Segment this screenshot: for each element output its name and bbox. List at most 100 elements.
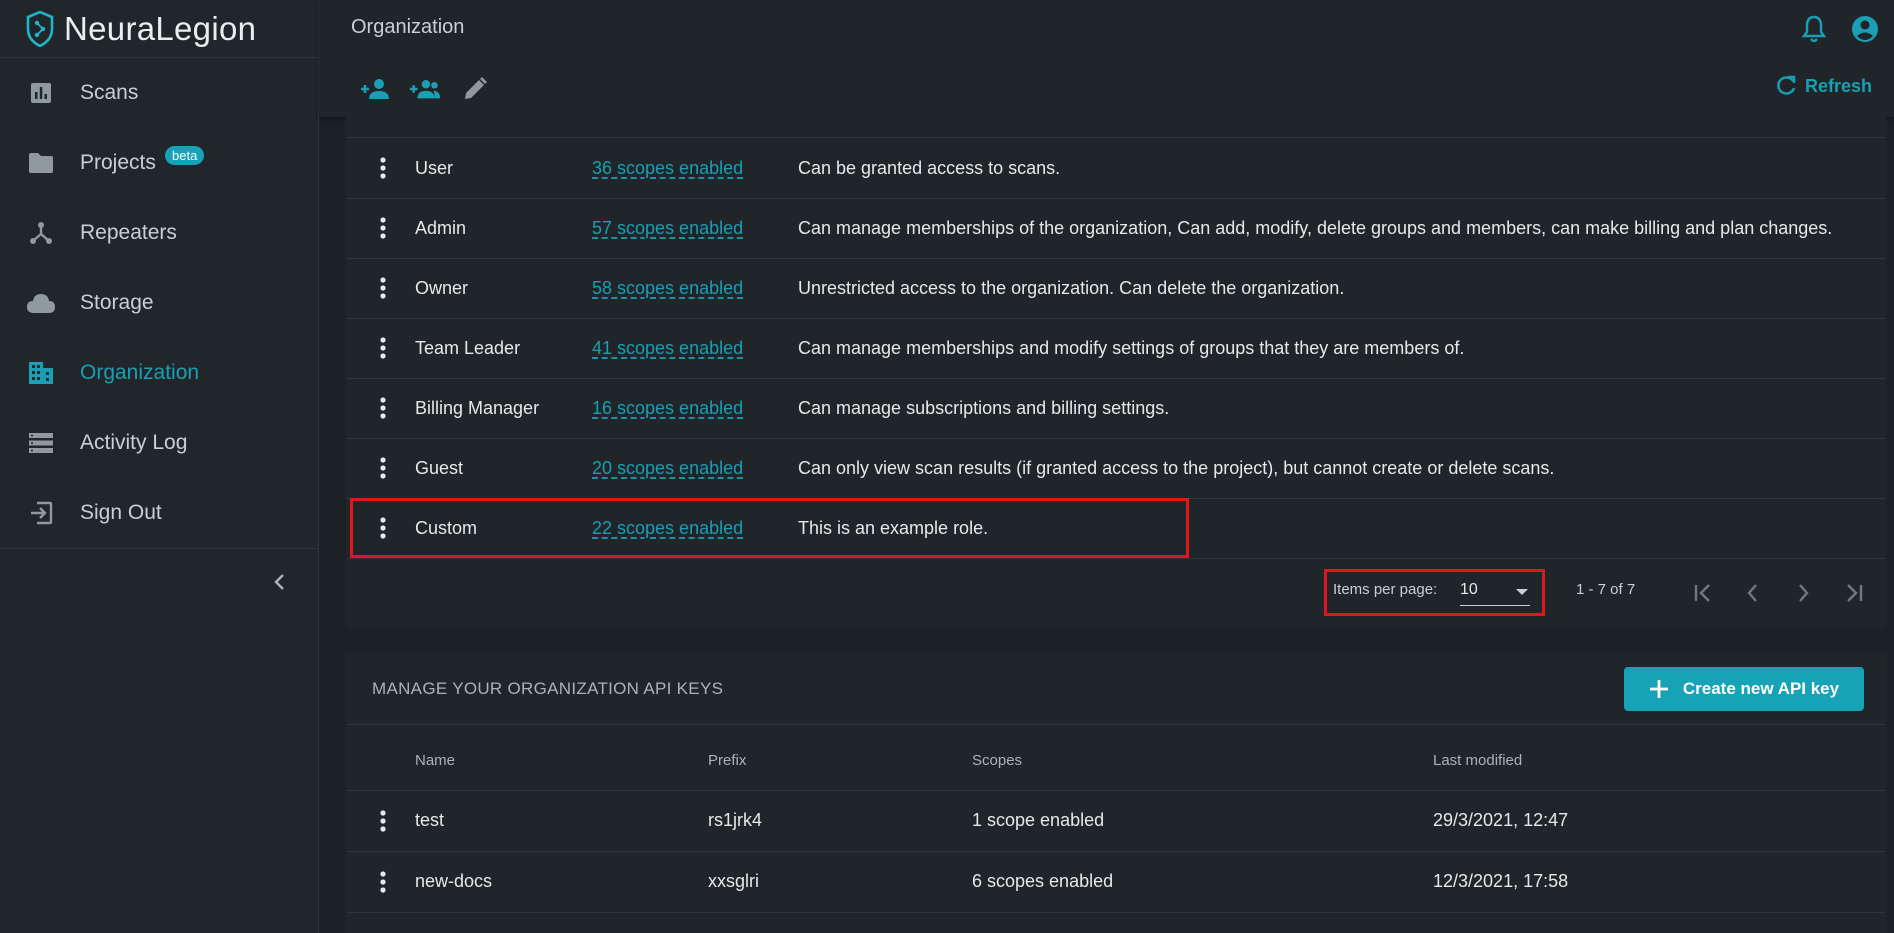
sidebar-item-sign-out[interactable]: Sign Out — [0, 478, 318, 548]
column-header-name[interactable]: Name — [415, 752, 455, 769]
table-row: Team Leader 41 scopes enabled Can manage… — [346, 318, 1886, 379]
folder-icon — [26, 148, 56, 178]
role-name: Guest — [415, 457, 464, 478]
column-header-prefix[interactable]: Prefix — [708, 752, 746, 769]
cloud-icon — [26, 288, 56, 318]
more-vert-icon — [380, 457, 386, 479]
more-vert-icon — [380, 277, 386, 299]
refresh-icon — [1777, 75, 1796, 95]
role-description: Can manage memberships and modify settin… — [798, 337, 1465, 358]
next-page-button[interactable] — [1783, 573, 1823, 613]
api-key-last-modified: 12/3/2021, 17:58 — [1433, 871, 1569, 891]
row-menu-button[interactable] — [376, 514, 390, 542]
more-vert-icon — [380, 810, 386, 832]
list-icon — [26, 428, 56, 458]
role-name: Custom — [415, 517, 478, 538]
row-menu-button[interactable] — [376, 807, 390, 835]
brand-logo[interactable]: NeuraLegion — [0, 0, 318, 58]
previous-page-button[interactable] — [1733, 573, 1773, 613]
column-header-scopes[interactable]: Scopes — [972, 752, 1022, 769]
table-row: test rs1jrk4 1 scope enabled 29/3/2021, … — [346, 791, 1886, 852]
refresh-label: Refresh — [1804, 75, 1872, 96]
refresh-button[interactable]: Refresh — [1775, 75, 1872, 97]
more-vert-icon — [380, 157, 386, 179]
api-key-name: test — [415, 810, 445, 830]
table-row: new-docs xxsglri 6 scopes enabled 12/3/2… — [346, 852, 1886, 913]
pencil-icon — [465, 77, 487, 99]
section-title: MANAGE YOUR ORGANIZATION API KEYS — [372, 679, 724, 698]
add-member-button[interactable] — [359, 74, 391, 104]
toolbar-actions — [359, 74, 491, 104]
role-description: Can be granted access to scans. — [798, 157, 1061, 178]
top-icons — [1800, 14, 1880, 49]
sidebar-item-organization[interactable]: Organization — [0, 338, 318, 408]
row-menu-button[interactable] — [376, 154, 390, 182]
role-description: Can manage subscriptions and billing set… — [798, 397, 1170, 418]
sidebar-item-label: Projects — [80, 151, 156, 174]
role-name: Team Leader — [415, 337, 521, 358]
row-menu-button[interactable] — [376, 334, 390, 362]
brand-name: NeuraLegion — [64, 9, 257, 47]
api-key-name: new-docs — [415, 871, 493, 891]
hub-icon — [26, 218, 56, 248]
role-scopes-link[interactable]: 22 scopes enabled — [592, 518, 743, 539]
neuralegion-logo-icon — [26, 10, 54, 47]
first-page-button[interactable] — [1684, 573, 1724, 613]
sidebar-item-repeaters[interactable]: Repeaters — [0, 198, 318, 268]
role-scopes-link[interactable]: 57 scopes enabled — [592, 218, 743, 239]
items-per-page-label: Items per page: — [1333, 581, 1438, 598]
row-menu-button[interactable] — [376, 454, 390, 482]
row-menu-button[interactable] — [376, 274, 390, 302]
top-bar: Organization Refresh — [319, 0, 1894, 117]
role-scopes-link[interactable]: 20 scopes enabled — [592, 458, 743, 479]
create-api-key-label: Create new API key — [1682, 679, 1840, 698]
role-name: Owner — [415, 277, 469, 298]
table-row: Guest 20 scopes enabled Can only view sc… — [346, 438, 1886, 499]
chevron-left-icon — [1747, 584, 1757, 602]
role-name: Admin — [415, 217, 467, 238]
row-menu-button[interactable] — [376, 394, 390, 422]
role-scopes-link[interactable]: 36 scopes enabled — [592, 158, 743, 179]
collapse-sidebar-button[interactable] — [268, 570, 292, 594]
row-menu-button[interactable] — [376, 868, 390, 896]
paginator: Items per page: 10 1 - 7 of 7 — [346, 565, 1886, 625]
edit-button[interactable] — [459, 74, 491, 104]
items-per-page-select[interactable]: 10 — [1460, 579, 1530, 606]
role-scopes-link[interactable]: 41 scopes enabled — [592, 338, 743, 359]
last-page-icon — [1847, 584, 1863, 602]
notifications-bell-icon[interactable] — [1800, 14, 1828, 49]
page-range: 1 - 7 of 7 — [1576, 581, 1636, 598]
first-page-icon — [1694, 584, 1710, 602]
role-name: Billing Manager — [415, 397, 540, 418]
api-key-scopes: 1 scope enabled — [972, 810, 1105, 830]
role-description: Can manage memberships of the organizati… — [798, 217, 1833, 238]
group-add-icon — [409, 80, 441, 99]
row-menu-button[interactable] — [376, 214, 390, 242]
chevron-right-icon — [1799, 584, 1809, 602]
table-row: Owner 58 scopes enabled Unrestricted acc… — [346, 258, 1886, 319]
column-header-last-modified[interactable]: Last modified — [1433, 752, 1522, 769]
role-description: This is an example role. — [798, 517, 989, 538]
role-scopes-link[interactable]: 16 scopes enabled — [592, 398, 743, 419]
last-page-button[interactable] — [1833, 573, 1873, 613]
more-vert-icon — [380, 337, 386, 359]
dropdown-arrow-icon — [1516, 589, 1528, 595]
role-scopes-link[interactable]: 58 scopes enabled — [592, 278, 743, 299]
more-vert-icon — [380, 397, 386, 419]
sidebar-item-label: Scans — [80, 81, 139, 104]
table-divider — [346, 724, 1886, 725]
sidebar-item-projects[interactable]: Projects beta — [0, 128, 318, 198]
add-group-button[interactable] — [409, 74, 441, 104]
sidebar-item-storage[interactable]: Storage — [0, 268, 318, 338]
account-circle-icon[interactable] — [1850, 14, 1880, 49]
table-row: Custom 22 scopes enabled This is an exam… — [346, 498, 1886, 559]
items-per-page-value: 10 — [1460, 581, 1478, 598]
api-key-prefix: rs1jrk4 — [708, 810, 763, 830]
role-name: User — [415, 157, 454, 178]
sidebar-item-activity-log[interactable]: Activity Log — [0, 408, 318, 478]
sidebar: NeuraLegion Scans Projects beta Repeater… — [0, 0, 319, 933]
table-row: User 36 scopes enabled Can be granted ac… — [346, 138, 1886, 199]
sidebar-item-scans[interactable]: Scans — [0, 58, 318, 128]
create-api-key-button[interactable]: Create new API key — [1624, 667, 1864, 711]
sidebar-item-label: Organization — [80, 361, 200, 384]
